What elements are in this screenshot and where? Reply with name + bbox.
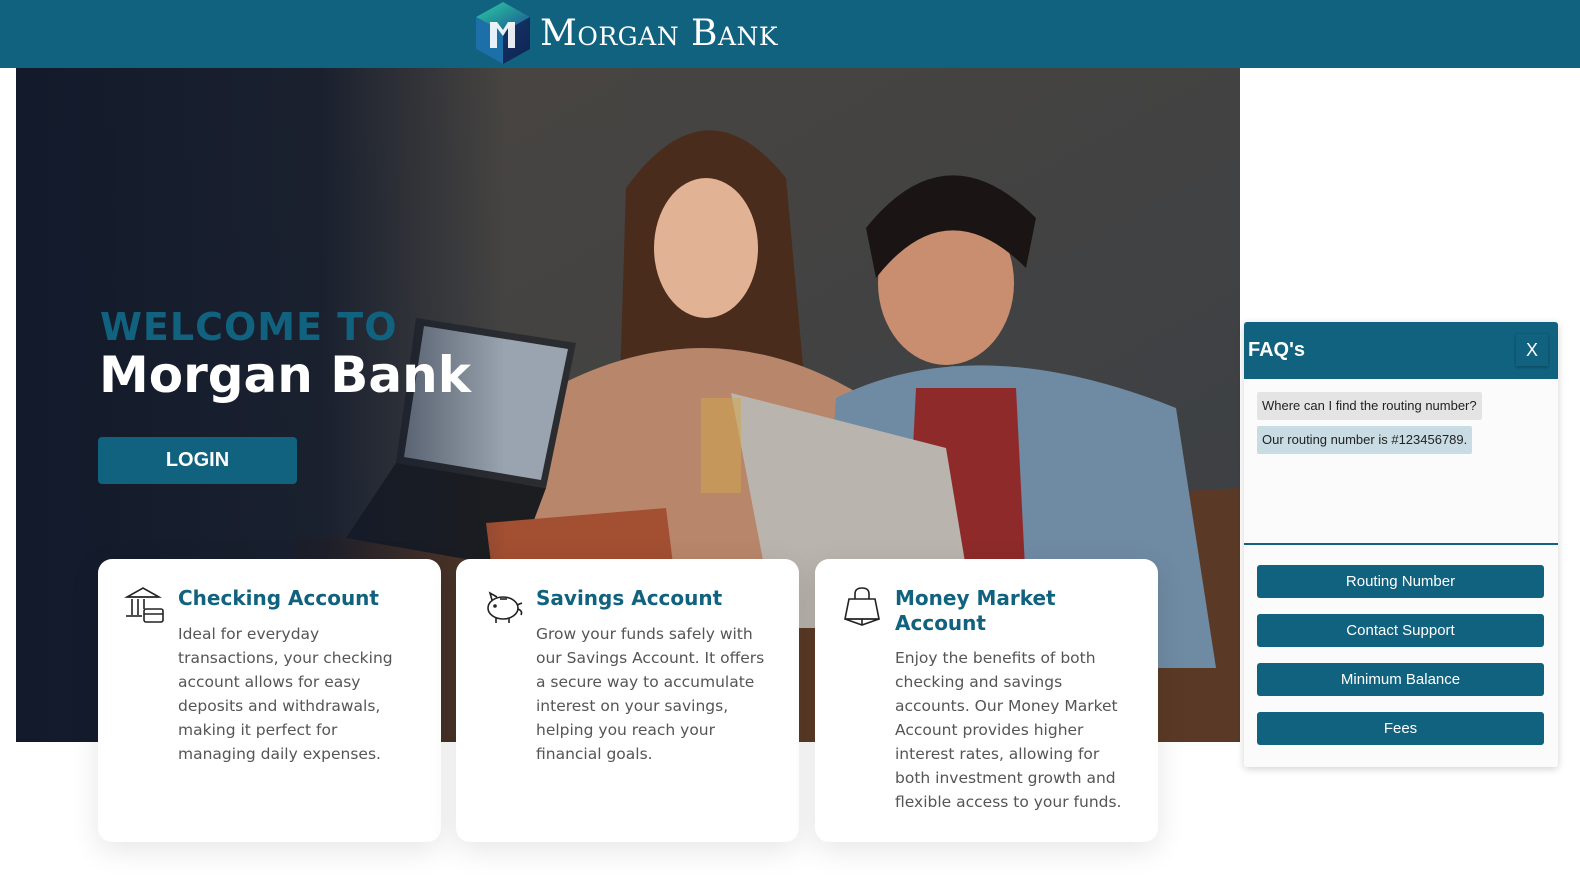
login-button[interactable]: LOGIN [98, 437, 297, 484]
hero-title: Morgan Bank [99, 346, 471, 404]
shopping-bag-icon [844, 587, 880, 626]
user-message: Where can I find the routing number? [1257, 392, 1482, 420]
card-title: Savings Account [536, 586, 723, 610]
faq-contact-support-button[interactable]: Contact Support [1257, 614, 1544, 647]
card-title: Money Market Account [895, 586, 1056, 635]
bank-card-icon [124, 587, 164, 623]
welcome-heading: WELCOME TO [100, 305, 398, 349]
faq-header: FAQ's X [1244, 322, 1558, 379]
savings-account-card[interactable]: Savings Account Grow your funds safely w… [456, 559, 799, 842]
card-description: Grow your funds safely with our Savings … [536, 625, 765, 763]
faq-chat-log[interactable]: Where can I find the routing number? Our… [1244, 379, 1558, 545]
brand-logo[interactable]: Morgan Bank [472, 0, 778, 66]
checking-account-card[interactable]: Checking Account Ideal for everyday tran… [98, 559, 441, 842]
brand-name: Morgan Bank [540, 12, 779, 54]
faq-routing-number-button[interactable]: Routing Number [1257, 565, 1544, 598]
card-title: Checking Account [178, 586, 379, 610]
piggy-bank-icon [487, 591, 523, 623]
faq-title: FAQ's [1248, 339, 1305, 361]
faq-close-button[interactable]: X [1516, 334, 1548, 366]
cube-logo-icon [476, 2, 530, 64]
faq-fees-button[interactable]: Fees [1257, 712, 1544, 745]
money-market-account-card[interactable]: Money Market Account Enjoy the benefits … [815, 559, 1158, 842]
card-description: Ideal for everyday transactions, your ch… [178, 625, 393, 763]
top-navigation-bar: Morgan Bank [0, 0, 1580, 68]
faq-minimum-balance-button[interactable]: Minimum Balance [1257, 663, 1544, 696]
bot-message: Our routing number is #123456789. [1257, 426, 1473, 454]
card-description: Enjoy the benefits of both checking and … [895, 649, 1122, 811]
faq-chat-widget: FAQ's X Where can I find the routing num… [1244, 322, 1558, 767]
